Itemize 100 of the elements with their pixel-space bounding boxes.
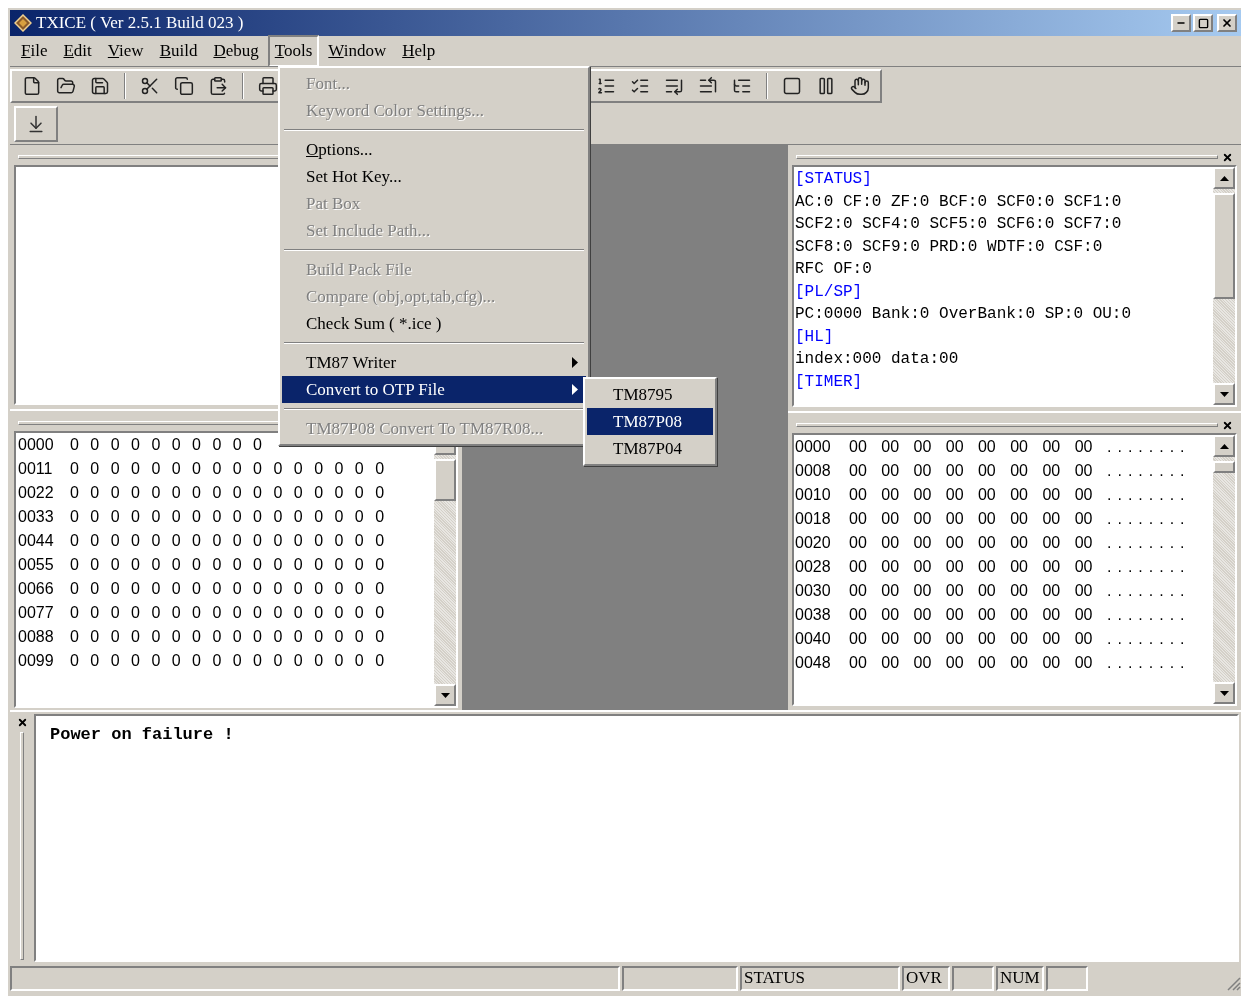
scroll-down-button[interactable]: [434, 684, 456, 706]
toolbar-icon[interactable]: [90, 75, 110, 96]
scrollbar[interactable]: [1213, 167, 1235, 405]
toolbar-icon[interactable]: [56, 75, 76, 96]
memory-values: 0 0 0 0 0 0 0 0 0 0 0 0 0 0 0 0: [70, 579, 385, 599]
memory-bytes: 00 00 00 00 00 00 00 00: [849, 485, 1094, 505]
maximize-button[interactable]: [1193, 14, 1213, 32]
menu-item[interactable]: Options...: [282, 136, 586, 163]
address-cell-text: 0008: [795, 461, 832, 481]
panel-grip[interactable]: [20, 732, 24, 960]
scrollbar-thumb[interactable]: [1213, 193, 1235, 299]
menu-item[interactable]: TM8795: [587, 381, 713, 408]
address-cell-text: 0018: [795, 509, 832, 529]
minimize-button[interactable]: [1171, 14, 1191, 32]
menu-item[interactable]: TM87P08: [587, 408, 713, 435]
toolbar-icon[interactable]: [174, 75, 194, 96]
close-button[interactable]: [1217, 14, 1237, 32]
toolbar-icon[interactable]: [698, 75, 718, 96]
address-cell-text: 0033: [18, 507, 55, 527]
memory-values: 0 0 0 0 0 0 0 0 0 0 0 0 0 0 0 0: [70, 627, 385, 647]
toolbar-icon[interactable]: [208, 75, 228, 96]
register-values: SCF8:0 SCF9:0 PRD:0 WDTF:0 CSF:0: [795, 236, 1104, 258]
menu-item[interactable]: Debug: [206, 35, 266, 67]
ascii-cell-text: ........: [1107, 581, 1191, 601]
address-cell-text: 0055: [18, 555, 55, 575]
memory-values: 0 0 0 0 0 0 0 0 0 0: [70, 435, 262, 455]
scrollbar[interactable]: [1213, 435, 1235, 704]
app-logo-icon: [14, 14, 32, 32]
menu-item[interactable]: Window: [321, 35, 394, 67]
address-cell-text: 0088: [18, 627, 55, 647]
address-cell-text: 0038: [795, 605, 832, 625]
memory-values: 0 0 0 0 0 0 0 0 0 0 0 0 0 0 0 0: [70, 603, 385, 623]
scrollbar-thumb[interactable]: [434, 459, 456, 501]
address-cell-text: 0077: [18, 603, 55, 623]
menu-item[interactable]: Build: [152, 35, 205, 67]
scroll-up-button[interactable]: [1213, 167, 1235, 189]
address-cell-text: 0000: [795, 437, 832, 457]
status-pane: OVR: [902, 966, 950, 991]
memory-bytes: 00 00 00 00 00 00 00 00: [849, 629, 1094, 649]
close-icon: [1221, 17, 1233, 29]
close-icon[interactable]: [1222, 151, 1233, 163]
memory-bytes: 00 00 00 00 00 00 00 00: [849, 461, 1094, 481]
memory-values: 0 0 0 0 0 0 0 0 0 0 0 0 0 0 0 0: [70, 651, 385, 671]
ascii-cell-text: ........: [1107, 509, 1191, 529]
toolbar-icon[interactable]: [22, 75, 42, 96]
ascii-cell-text: ........: [1107, 437, 1191, 457]
status-pane: STATUS: [740, 966, 900, 991]
toolbar-icon[interactable]: [258, 75, 278, 96]
register-section-heading: [HL]: [795, 326, 835, 348]
address-cell-text: 0010: [795, 485, 832, 505]
memory-bytes: 00 00 00 00 00 00 00 00: [849, 557, 1094, 577]
resize-grip-icon[interactable]: [1225, 975, 1241, 991]
up-triangle-icon: [1219, 175, 1229, 181]
address-cell-text: 0044: [18, 531, 55, 551]
memory-values: 0 0 0 0 0 0 0 0 0 0 0 0 0 0 0 0: [70, 531, 385, 551]
memory-values: 0 0 0 0 0 0 0 0 0 0 0 0 0 0 0 0: [70, 507, 385, 527]
memory-bytes: 00 00 00 00 00 00 00 00: [849, 533, 1094, 553]
memory-bytes: 00 00 00 00 00 00 00 00: [849, 581, 1094, 601]
scroll-down-button[interactable]: [1213, 383, 1235, 405]
status-pane: [952, 966, 994, 991]
menu-item[interactable]: Convert to OTP File: [282, 376, 586, 403]
scroll-up-button[interactable]: [1213, 435, 1235, 457]
output-message: Power on failure !: [50, 725, 234, 744]
toolbar-icon[interactable]: [140, 75, 160, 96]
ascii-cell-text: ........: [1107, 653, 1191, 673]
address-cell-text: 0048: [795, 653, 832, 673]
toolbar-icon[interactable]: [850, 75, 870, 96]
register-values: SCF2:0 SCF4:0 SCF5:0 SCF6:0 SCF7:0: [795, 214, 1123, 235]
ascii-cell-text: ........: [1107, 485, 1191, 505]
panel-grip[interactable]: [796, 423, 1218, 427]
address-cell-text: 0030: [795, 581, 832, 601]
register-values: RFC OF:0: [795, 259, 873, 280]
address-cell-text: 0099: [18, 651, 55, 671]
memory-values: 0 0 0 0 0 0 0 0 0 0 0 0 0 0 0 0: [70, 483, 385, 503]
down-triangle-icon: [1219, 690, 1229, 696]
menu-item[interactable]: Check Sum ( *.ice ): [282, 310, 586, 337]
menu-item[interactable]: TM87P04: [587, 435, 713, 462]
ascii-cell-text: ........: [1107, 557, 1191, 577]
menu-item[interactable]: Set Hot Key...: [282, 163, 586, 190]
scroll-down-button[interactable]: [1213, 682, 1235, 704]
menu-item[interactable]: Help: [395, 35, 443, 67]
panel-grip[interactable]: [796, 155, 1218, 159]
memory-bytes: 00 00 00 00 00 00 00 00: [849, 605, 1094, 625]
memory-values: 0 0 0 0 0 0 0 0 0 0 0 0 0 0 0 0: [70, 555, 385, 575]
register-section-heading: [PL/SP]: [795, 281, 864, 303]
address-cell-text: 0028: [795, 557, 832, 577]
download-icon[interactable]: [26, 114, 46, 134]
menu-item[interactable]: TM87 Writer: [282, 349, 586, 376]
memory-bytes: 00 00 00 00 00 00 00 00: [849, 509, 1094, 529]
toolbar-icon[interactable]: [816, 75, 836, 96]
menu-item[interactable]: Edit: [56, 35, 99, 67]
toolbar-icon[interactable]: [782, 75, 802, 96]
memory-values: 0 0 0 0 0 0 0 0 0 0 0 0 0 0 0 0: [70, 459, 385, 479]
menu-item[interactable]: View: [100, 35, 151, 67]
close-icon[interactable]: [16, 717, 28, 728]
register-section-heading: [TIMER]: [795, 371, 864, 393]
close-icon[interactable]: [1222, 419, 1233, 431]
menu-item[interactable]: File: [14, 35, 55, 67]
memory-bytes: 00 00 00 00 00 00 00 00: [849, 437, 1094, 457]
scrollbar-thumb[interactable]: [1213, 461, 1235, 473]
